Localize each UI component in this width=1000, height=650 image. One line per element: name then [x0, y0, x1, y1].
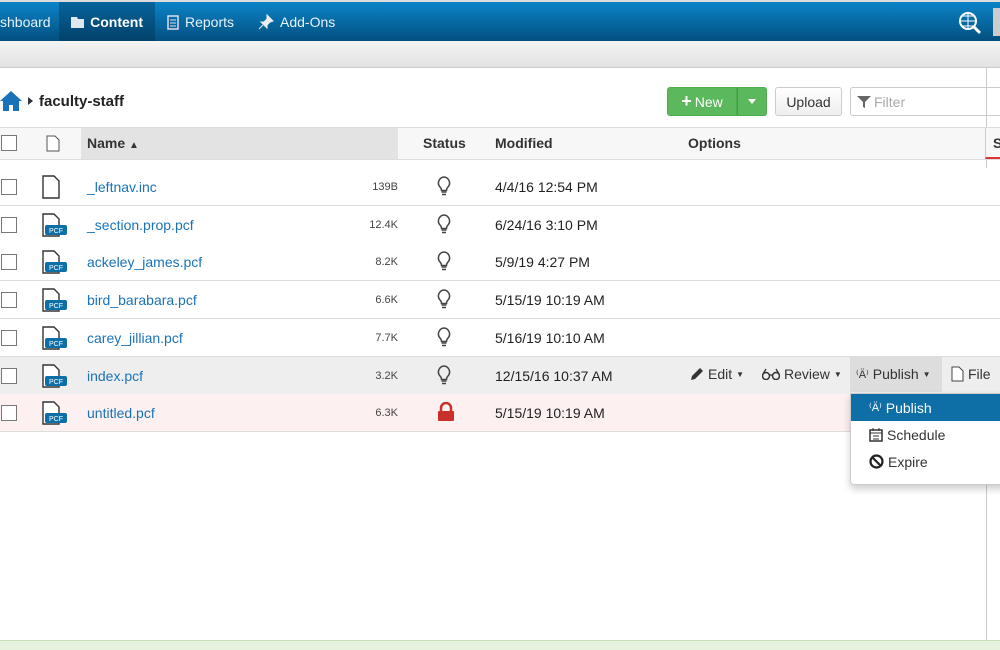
menu-item-schedule[interactable]: Schedule [851, 421, 1000, 448]
name-column-header[interactable]: Name ▲ [81, 128, 398, 159]
publish-dropdown-menu: ⁽Ä⁾ Publish Schedule Expire [850, 393, 1000, 485]
table-row[interactable]: PCF carey_jillian.pcf 7.7K 5/16/19 10:10… [0, 318, 1000, 357]
publish-menu-button[interactable]: ⁽Ä⁾ Publish ▼ [850, 356, 942, 392]
status-indicator [437, 327, 451, 350]
upload-button[interactable]: Upload [775, 87, 842, 116]
modified-date: 5/16/19 10:10 AM [495, 329, 605, 346]
nav-add-ons[interactable]: Add-Ons [246, 2, 347, 41]
file-size: 139B [372, 181, 398, 193]
file-icon [951, 366, 964, 382]
caret-down-icon [748, 99, 756, 104]
svg-text:PCF: PCF [49, 416, 63, 423]
globe-search-icon[interactable] [958, 11, 982, 35]
status-indicator [437, 251, 451, 274]
new-dropdown-button[interactable] [737, 87, 767, 116]
lightbulb-icon [437, 289, 451, 309]
glasses-icon [762, 368, 780, 380]
file-menu-button[interactable]: File [945, 356, 997, 392]
pcf-file-icon: PCF [42, 250, 67, 275]
breadcrumb: faculty-staff [0, 90, 124, 112]
broadcast-icon: ⁽Ä⁾ [856, 368, 869, 381]
svg-text:PCF: PCF [49, 228, 63, 235]
file-size: 6.3K [375, 407, 398, 420]
row-checkbox[interactable] [1, 254, 17, 271]
file-size: 12.4K [369, 218, 398, 231]
table-row[interactable]: _leftnav.inc 139B 4/4/16 12:54 PM [0, 168, 1000, 206]
menu-item-expire[interactable]: Expire [851, 448, 1000, 475]
filter-icon [857, 95, 871, 108]
row-checkbox[interactable] [1, 179, 17, 195]
pcf-file-icon: PCF [42, 212, 67, 237]
svg-text:PCF: PCF [49, 265, 63, 272]
file-size: 6.6K [375, 294, 398, 307]
options-column-header: Options [688, 135, 741, 151]
table-row[interactable]: PCF bird_barabara.pcf 6.6K 5/15/19 10:19… [0, 281, 1000, 320]
row-checkbox[interactable] [1, 292, 17, 309]
clipboard-icon [167, 14, 179, 30]
status-indicator [437, 402, 455, 425]
file-name-link[interactable]: carey_jillian.pcf [87, 330, 183, 346]
menu-item-publish[interactable]: ⁽Ä⁾ Publish [851, 394, 1000, 421]
nav-dashboard[interactable]: shboard [0, 2, 63, 41]
locked-icon [438, 402, 454, 422]
broadcast-icon: ⁽Ä⁾ [869, 402, 882, 414]
pencil-icon [691, 368, 703, 380]
lightbulb-icon [437, 176, 451, 196]
row-checkbox[interactable] [1, 405, 17, 422]
file-name-link[interactable]: untitled.pcf [87, 405, 155, 421]
lightbulb-icon [437, 327, 451, 347]
table-row[interactable]: PCF ackeley_james.pcf 8.2K 5/9/19 4:27 P… [0, 243, 1000, 282]
nav-content[interactable]: Content [59, 2, 155, 41]
modified-date: 6/24/16 3:10 PM [495, 216, 598, 233]
lightbulb-icon [437, 213, 451, 233]
sort-asc-icon: ▲ [129, 140, 139, 151]
status-indicator [437, 213, 451, 237]
current-folder: faculty-staff [39, 92, 125, 110]
status-column-header[interactable]: Status [423, 128, 466, 159]
select-all-checkbox[interactable] [1, 135, 17, 151]
modified-column-header[interactable]: Modified [495, 128, 553, 159]
table-row[interactable]: PCF _section.prop.pcf 12.4K 6/24/16 3:10… [0, 205, 1000, 244]
new-button[interactable]: + New [667, 87, 737, 116]
file-name-link[interactable]: _section.prop.pcf [87, 217, 194, 233]
calendar-icon [869, 427, 883, 442]
user-menu-edge[interactable] [993, 8, 1000, 36]
home-icon[interactable] [0, 90, 22, 112]
svg-text:PCF: PCF [49, 341, 63, 348]
caret-right-icon [28, 97, 33, 105]
file-size: 7.7K [375, 331, 398, 344]
edit-menu-button[interactable]: Edit ▼ [684, 356, 750, 392]
pcf-file-icon: PCF [42, 288, 67, 312]
sub-toolbar [0, 41, 1000, 68]
file-type-icon [46, 135, 60, 152]
file-name-link[interactable]: ackeley_james.pcf [87, 254, 202, 270]
row-checkbox[interactable] [1, 329, 17, 346]
pushpin-icon [258, 13, 274, 29]
modified-date: 5/9/19 4:27 PM [495, 254, 590, 271]
row-checkbox[interactable] [1, 216, 17, 233]
status-indicator [437, 289, 451, 312]
lightbulb-icon [437, 251, 451, 271]
plus-icon: + [681, 91, 692, 111]
svg-text:PCF: PCF [49, 303, 63, 310]
pcf-file-icon: PCF [42, 401, 67, 425]
review-menu-button[interactable]: Review ▼ [756, 356, 848, 392]
modified-date: 5/15/19 10:19 AM [495, 405, 605, 422]
folder-icon [71, 17, 85, 28]
extra-column-header[interactable]: S [985, 128, 1000, 159]
nav-reports[interactable]: Reports [155, 2, 246, 41]
pcf-file-icon: PCF [42, 326, 67, 350]
file-name-link[interactable]: _leftnav.inc [87, 179, 157, 195]
modified-date: 4/4/16 12:54 PM [495, 179, 598, 195]
filter-input[interactable]: Filter [850, 87, 1000, 116]
footer-bar [0, 640, 1000, 650]
modified-date: 5/15/19 10:19 AM [495, 292, 605, 309]
table-header: Name ▲ Status Modified Options S [0, 127, 1000, 160]
file-name-link[interactable]: bird_barabara.pcf [87, 292, 197, 308]
file-size: 8.2K [375, 256, 398, 269]
status-indicator [437, 176, 451, 199]
file-icon [42, 175, 60, 199]
top-nav: shboard Content Reports Add-Ons [0, 0, 1000, 41]
ban-icon [869, 454, 884, 469]
